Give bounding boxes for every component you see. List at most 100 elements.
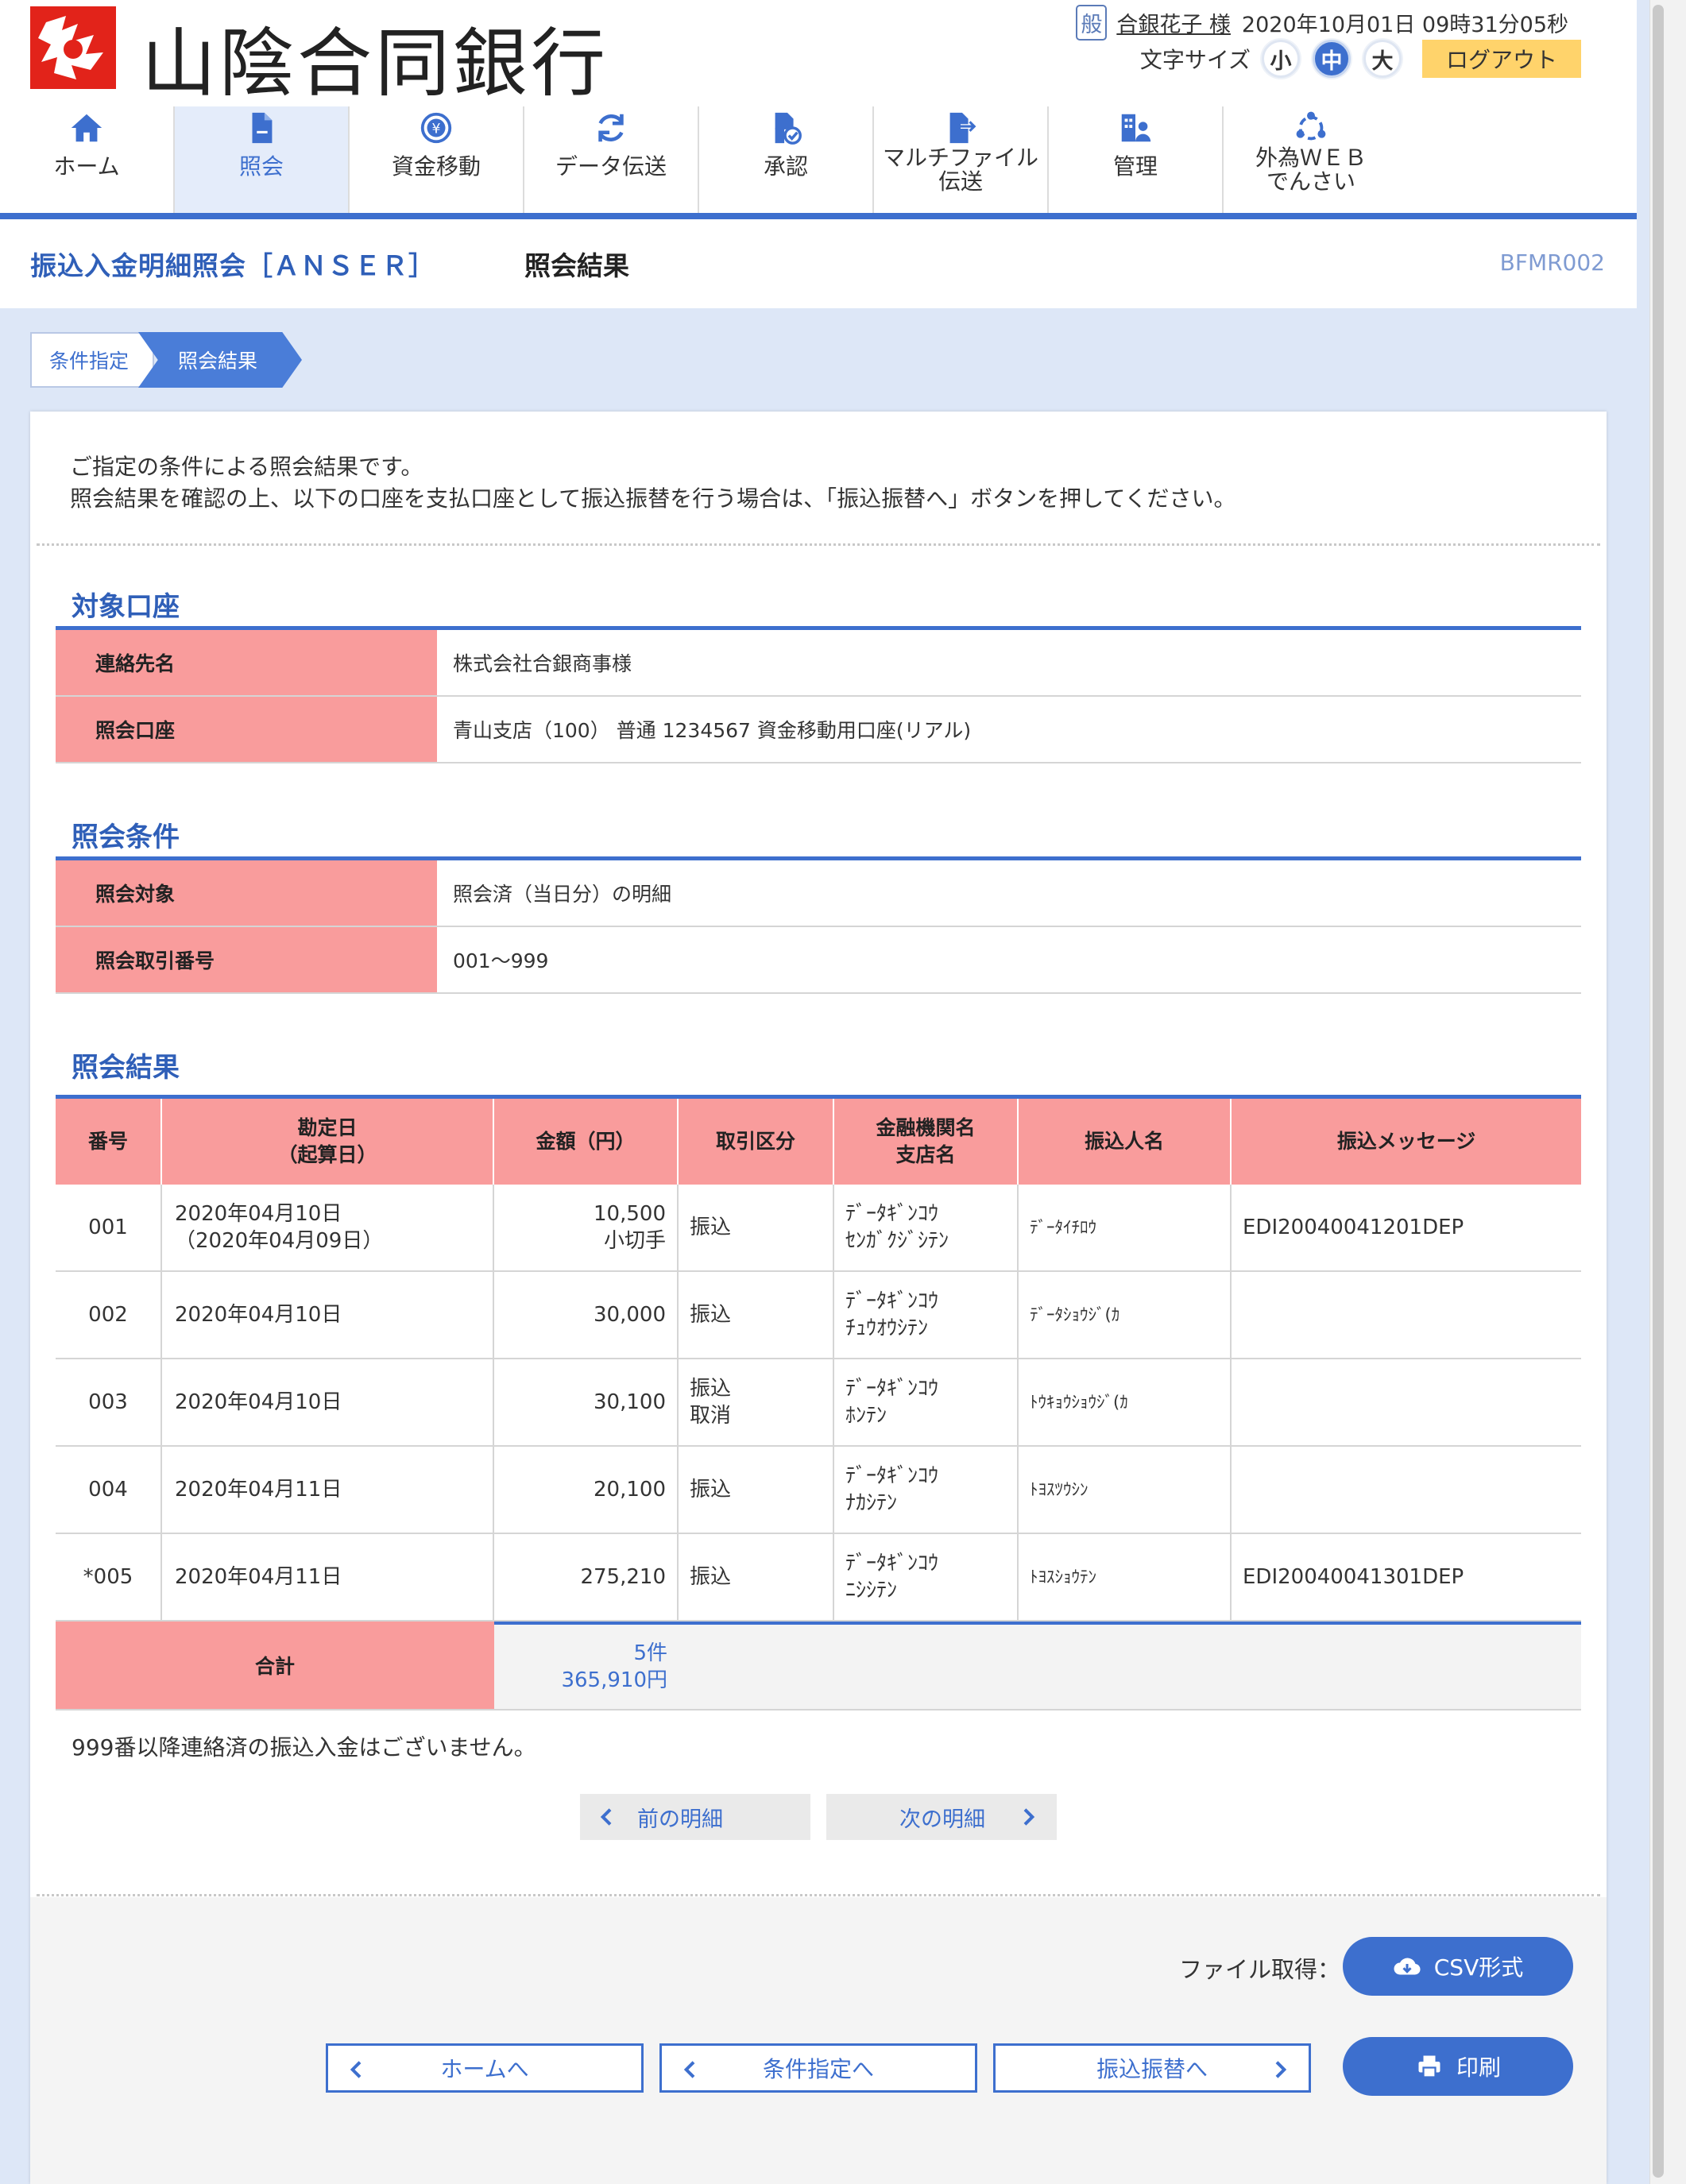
cell-bank-name: ﾃﾞｰﾀｷﾞﾝｺｳ xyxy=(845,1464,939,1488)
nav-item-approval[interactable]: 承認 xyxy=(699,106,874,213)
bank-name: 山陰合同銀行 xyxy=(141,21,609,107)
home-button[interactable]: ホームへ xyxy=(326,2043,644,2093)
cell-type-stack: 振込 取消 xyxy=(690,1375,731,1429)
cell-date: 2020年04月10日 xyxy=(162,1359,494,1445)
nav-label-line2: 伝送 xyxy=(938,168,983,195)
cell-amount-stack: 30,100 xyxy=(594,1389,666,1416)
nav-item-admin[interactable]: 管理 xyxy=(1049,106,1224,213)
approve-document-icon xyxy=(768,110,804,146)
prev-detail-button[interactable]: 前の明細 xyxy=(580,1794,810,1840)
cell-type-stack: 振込 xyxy=(690,1564,731,1591)
user-type-badge: 般 xyxy=(1076,5,1108,41)
table-value: 照会済（当日分）の明細 xyxy=(453,883,672,906)
admin-user-icon xyxy=(1117,110,1154,146)
cell-bank-stack: ﾃﾞｰﾀｷﾞﾝｺｳ ﾎﾝﾃﾝ xyxy=(845,1375,938,1429)
cell-amount: 20,100 xyxy=(494,1447,679,1533)
cell-amount-stack: 10,500 小切手 xyxy=(594,1200,666,1254)
csv-download-button[interactable]: CSV形式 xyxy=(1343,1937,1573,1996)
chevron-left-icon xyxy=(678,2057,703,2082)
bank-logo-icon xyxy=(30,6,116,89)
header: 山陰合同銀行 般 合銀花子 様 2020年10月01日 09時31分05秒 文字… xyxy=(0,0,1637,219)
cell-payer: ﾄｳｷｮｳｼｮｳｼﾞ(ｶ xyxy=(1019,1359,1232,1445)
transfer-button[interactable]: 振込振替へ xyxy=(993,2043,1311,2093)
cell-date-value: 2020年04月10日 xyxy=(175,1303,342,1327)
cell-message xyxy=(1232,1272,1581,1358)
global-nav: ホーム 照会 ¥ 資金移動 データ伝送 承認 マルチファイル 伝送 管理 外為Ｗ… xyxy=(0,106,1429,213)
cell-payer: ﾄﾖｽﾂｳｼﾝ xyxy=(1019,1447,1232,1533)
total-values: 5件 365,910円 xyxy=(494,1622,1581,1709)
cell-date-value: 2020年04月10日 xyxy=(175,1390,342,1414)
screen-id: BFMR002 xyxy=(1499,249,1605,276)
intro-text: ご指定の条件による照会結果です。 照会結果を確認の上、以下の口座を支払口座として… xyxy=(70,451,1236,515)
cell-amount: 30,100 xyxy=(494,1359,679,1445)
cell-date: 2020年04月11日 xyxy=(162,1534,494,1620)
cell-amount-stack: 30,000 xyxy=(594,1301,666,1328)
nav-item-home[interactable]: ホーム xyxy=(0,106,175,213)
cloud-download-icon xyxy=(1394,1958,1421,1975)
cell-type: 振込 xyxy=(679,1185,834,1270)
font-size-medium-button[interactable]: 中 xyxy=(1313,40,1351,78)
cell-payer: ﾃﾞｰﾀｲﾁﾛｳ xyxy=(1019,1185,1232,1270)
cell-bank-name: ﾃﾞｰﾀｷﾞﾝｺｳ xyxy=(845,1377,939,1401)
table-row: 照会取引番号 001～999 xyxy=(56,927,1581,994)
cell-branch-name: ｾﾝｶﾞｸｼﾞｼﾃﾝ xyxy=(845,1229,949,1253)
column-header-date: 勘定日 （起算日） xyxy=(162,1099,494,1185)
nav-item-multifile[interactable]: マルチファイル 伝送 xyxy=(874,106,1049,213)
step-results: 照会結果 xyxy=(138,332,302,388)
chevron-left-icon xyxy=(344,2057,369,2082)
cell-date-stack: 2020年04月10日 （2020年04月09日） xyxy=(175,1200,383,1254)
intro-line2: 照会結果を確認の上、以下の口座を支払口座として振込振替を行う場合は、「振込振替へ… xyxy=(70,485,1236,512)
nav-label: 外為ＷＥＢ でんさい xyxy=(1255,146,1367,194)
network-icon xyxy=(1293,110,1329,146)
conditions-button[interactable]: 条件指定へ xyxy=(659,2043,977,2093)
csv-download-label: CSV形式 xyxy=(1433,1954,1524,1981)
column-header-date-line1: 勘定日 xyxy=(297,1116,358,1139)
cell-date: 2020年04月10日 （2020年04月09日） xyxy=(162,1185,494,1270)
cell-amount-value: 275,210 xyxy=(580,1565,666,1589)
nav-label: マルチファイル 伝送 xyxy=(883,146,1038,194)
scrollbar-thumb[interactable] xyxy=(1653,5,1664,2178)
table-value: 青山支店（100） 普通 1234567 資金移動用口座(リアル) xyxy=(453,719,972,742)
user-name-link[interactable]: 合銀花子 様 xyxy=(1116,7,1231,38)
table-key: 照会対象 xyxy=(56,860,437,926)
font-size-label: 文字サイズ xyxy=(1139,47,1251,73)
cell-bank: ﾃﾞｰﾀｷﾞﾝｺｳ ﾅｶｼﾃﾝ xyxy=(834,1447,1019,1533)
nav-item-fund-transfer[interactable]: ¥ 資金移動 xyxy=(350,106,524,213)
font-size-large-button[interactable]: 大 xyxy=(1363,40,1402,78)
intro-line1: ご指定の条件による照会結果です。 xyxy=(70,454,423,480)
cell-bank: ﾃﾞｰﾀｷﾞﾝｺｳ ﾎﾝﾃﾝ xyxy=(834,1359,1019,1445)
cell-type-value: 振込 xyxy=(690,1377,732,1401)
nav-label-line1: 外為ＷＥＢ xyxy=(1255,145,1367,171)
logout-button[interactable]: ログアウト xyxy=(1422,40,1581,78)
nav-label: データ伝送 xyxy=(555,153,667,180)
next-detail-button[interactable]: 次の明細 xyxy=(826,1794,1057,1840)
section-title-conditions: 照会条件 xyxy=(72,821,180,853)
nav-label: 管理 xyxy=(1112,153,1158,180)
font-size-small-button[interactable]: 小 xyxy=(1262,40,1300,78)
chevron-left-icon xyxy=(594,1804,620,1830)
nav-label: 照会 xyxy=(238,153,284,180)
nav-item-inquiry[interactable]: 照会 xyxy=(175,106,350,213)
cell-value-date: （2020年04月09日） xyxy=(175,1229,384,1253)
section-title-results: 照会結果 xyxy=(72,1052,180,1084)
table-row: 001 2020年04月10日 （2020年04月09日） 10,500 小切手 振込 ﾃﾞ… xyxy=(56,1185,1581,1272)
printer-icon xyxy=(1418,2055,1440,2078)
nav-item-data-transmission[interactable]: データ伝送 xyxy=(524,106,699,213)
table-row: 004 2020年04月11日 20,100 振込 ﾃﾞｰﾀｷﾞﾝｺｳ ﾅｶｼﾃﾝ ﾄﾖｽﾂ… xyxy=(56,1447,1581,1534)
nav-label: ホーム xyxy=(53,153,120,180)
title-bar: 振込入金明細照会［ＡＮＳＥＲ］ 照会結果 BFMR002 xyxy=(0,219,1637,308)
print-button[interactable]: 印刷 xyxy=(1343,2037,1573,2096)
nav-item-foreign-exchange[interactable]: 外為ＷＥＢ でんさい xyxy=(1224,106,1398,213)
cell-type-stack: 振込 xyxy=(690,1301,731,1328)
cell-type-value: 振込 xyxy=(690,1303,732,1327)
total-label: 合計 xyxy=(56,1622,494,1709)
cell-bank-stack: ﾃﾞｰﾀｷﾞﾝｺｳ ﾅｶｼﾃﾝ xyxy=(845,1463,938,1517)
table-value: 001～999 xyxy=(453,949,549,972)
column-header-bank: 金融機関名 支店名 xyxy=(834,1099,1019,1185)
login-datetime: 2020年10月01日 09時31分05秒 xyxy=(1241,13,1568,37)
font-size-control: 文字サイズ 小 中 大 ログアウト xyxy=(1140,40,1581,78)
results-table: 番号 勘定日 （起算日） 金額（円） 取引区分 金融機関名 支店名 振込人名 振… xyxy=(56,1095,1581,1710)
yen-transfer-icon: ¥ xyxy=(418,110,454,146)
chevron-right-icon xyxy=(1015,1804,1041,1830)
cell-bank-name: ﾃﾞｰﾀｷﾞﾝｺｳ xyxy=(845,1202,939,1226)
